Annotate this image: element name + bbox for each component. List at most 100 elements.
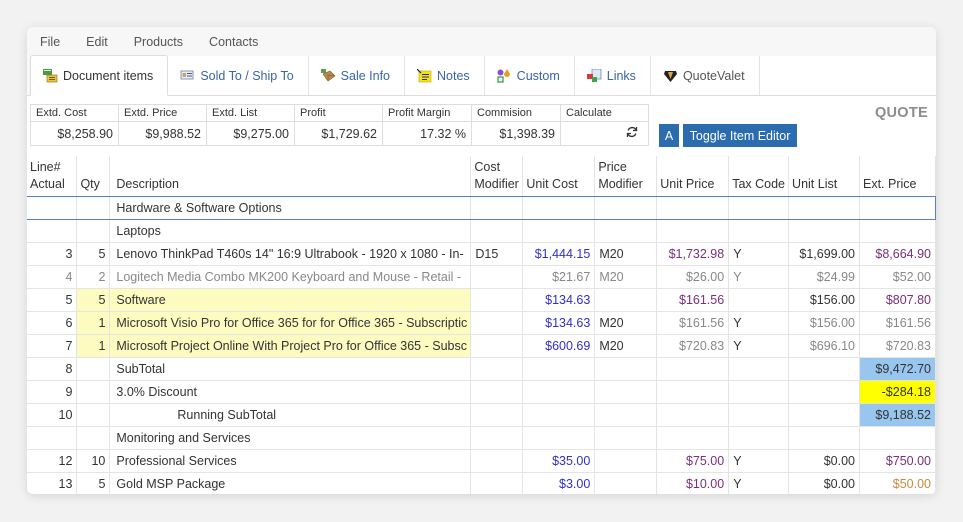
cell-description[interactable]: Microsoft Visio Pro for Office 365 for f… [109,311,472,335]
table-row[interactable]: Laptops [27,219,936,243]
cell-price-modifier[interactable] [594,288,658,312]
cell-tax-code[interactable]: Y [728,334,790,358]
cell-unit-cost[interactable]: $21.67 [522,265,596,289]
cell-qty[interactable] [76,196,111,220]
cell-tax-code[interactable] [728,288,790,312]
calculate-button[interactable] [560,121,649,146]
cell-unit-price[interactable] [656,196,730,220]
cell-line[interactable]: 5 [27,288,78,312]
cell-tax-code[interactable]: Y [728,265,790,289]
menu-products[interactable]: Products [134,35,183,49]
cell-cost-modifier[interactable] [470,334,524,358]
cell-qty[interactable]: 5 [76,288,111,312]
cell-qty[interactable] [76,426,111,450]
header-line-actual[interactable]: Line# Actual [27,156,78,197]
header-cost-modifier[interactable]: Cost Modifier [470,156,524,197]
cell-description[interactable]: Lenovo ThinkPad T460s 14" 16:9 Ultrabook… [109,242,472,266]
cell-unit-price[interactable]: $10.00 [656,472,730,494]
table-row[interactable]: 5 5 Software $134.63 $161.56 $156.00 $807.80 [27,288,936,312]
cell-unit-list[interactable]: $696.10 [788,334,860,358]
cell-unit-list[interactable] [788,380,860,404]
cell-ext-price[interactable] [859,196,936,220]
tab-sale-info[interactable]: Sale Info [308,56,406,95]
cell-unit-price[interactable]: $26.00 [656,265,730,289]
refresh-icon[interactable] [626,126,638,141]
cell-ext-price[interactable] [859,219,936,243]
table-row[interactable]: Hardware & Software Options [27,196,936,220]
cell-cost-modifier[interactable] [470,196,524,220]
cell-cost-modifier[interactable] [470,357,524,381]
cell-line[interactable]: 10 [27,403,78,427]
cell-description[interactable]: Gold MSP Package [109,472,472,494]
cell-qty[interactable]: 10 [76,449,111,473]
cell-unit-list[interactable]: $0.00 [788,472,860,494]
header-tax-code[interactable]: Tax Code [728,156,790,197]
cell-description[interactable]: Hardware & Software Options [109,196,472,220]
cell-unit-cost[interactable]: $600.69 [522,334,596,358]
cell-line[interactable]: 13 [27,472,78,494]
cell-cost-modifier[interactable] [470,311,524,335]
cell-cost-modifier[interactable] [470,219,524,243]
menu-contacts[interactable]: Contacts [209,35,258,49]
cell-unit-cost[interactable] [522,196,596,220]
header-unit-list[interactable]: Unit List [788,156,860,197]
cell-price-modifier[interactable] [594,426,658,450]
cell-cost-modifier[interactable] [470,426,524,450]
cell-tax-code[interactable] [728,380,790,404]
cell-qty[interactable]: 5 [76,472,111,494]
table-row[interactable]: 12 10 Professional Services $35.00 $75.00 Y $0… [27,449,936,473]
cell-unit-cost[interactable]: $3.00 [522,472,596,494]
cell-unit-cost[interactable] [522,219,596,243]
table-row[interactable]: 4 2 Logitech Media Combo MK200 Keyboard an… [27,265,936,289]
cell-line[interactable]: 4 [27,265,78,289]
cell-unit-list[interactable]: $24.99 [788,265,860,289]
cell-unit-price[interactable] [656,380,730,404]
cell-description[interactable]: Professional Services [109,449,472,473]
header-price-modifier[interactable]: Price Modifier [594,156,658,197]
cell-unit-list[interactable] [788,403,860,427]
tab-custom[interactable]: Custom [484,56,575,95]
cell-unit-list[interactable]: $156.00 [788,311,860,335]
cell-unit-list[interactable]: $156.00 [788,288,860,312]
cell-unit-cost[interactable]: $134.63 [522,288,596,312]
cell-line[interactable]: 7 [27,334,78,358]
toggle-item-editor-button[interactable]: Toggle Item Editor [683,124,797,147]
cell-ext-price[interactable]: $9,472.70 [859,357,936,381]
cell-line[interactable] [27,426,78,450]
header-description[interactable]: Description [109,156,472,197]
cell-unit-price[interactable]: $161.56 [656,288,730,312]
cell-qty[interactable]: 5 [76,242,111,266]
tab-links[interactable]: Links [574,56,651,95]
cell-tax-code[interactable] [728,357,790,381]
cell-line[interactable]: 6 [27,311,78,335]
cell-price-modifier[interactable]: M20 [594,265,658,289]
cell-ext-price[interactable] [859,426,936,450]
cell-price-modifier[interactable]: M20 [594,242,658,266]
cell-unit-price[interactable] [656,403,730,427]
cell-line[interactable] [27,196,78,220]
cell-tax-code[interactable] [728,403,790,427]
cell-qty[interactable] [76,403,111,427]
cell-unit-cost[interactable]: $35.00 [522,449,596,473]
cell-cost-modifier[interactable] [470,265,524,289]
cell-cost-modifier[interactable] [470,403,524,427]
table-row[interactable]: 7 1 Microsoft Project Online With Project … [27,334,936,358]
cell-line[interactable]: 3 [27,242,78,266]
cell-description[interactable]: Logitech Media Combo MK200 Keyboard and … [109,265,472,289]
cell-ext-price[interactable]: $9,188.52 [859,403,936,427]
cell-ext-price[interactable]: $807.80 [859,288,936,312]
cell-line[interactable] [27,219,78,243]
cell-unit-cost[interactable]: $134.63 [522,311,596,335]
cell-unit-price[interactable]: $720.83 [656,334,730,358]
cell-qty[interactable]: 2 [76,265,111,289]
cell-line[interactable]: 12 [27,449,78,473]
menu-file[interactable]: File [40,35,60,49]
cell-ext-price[interactable]: $720.83 [859,334,936,358]
cell-unit-price[interactable]: $1,732.98 [656,242,730,266]
header-ext-price[interactable]: Ext. Price [859,156,936,197]
cell-price-modifier[interactable] [594,357,658,381]
cell-description[interactable]: SubTotal [109,357,472,381]
cell-qty[interactable]: 1 [76,311,111,335]
cell-unit-cost[interactable] [522,403,596,427]
cell-description[interactable]: Running SubTotal [109,403,472,427]
